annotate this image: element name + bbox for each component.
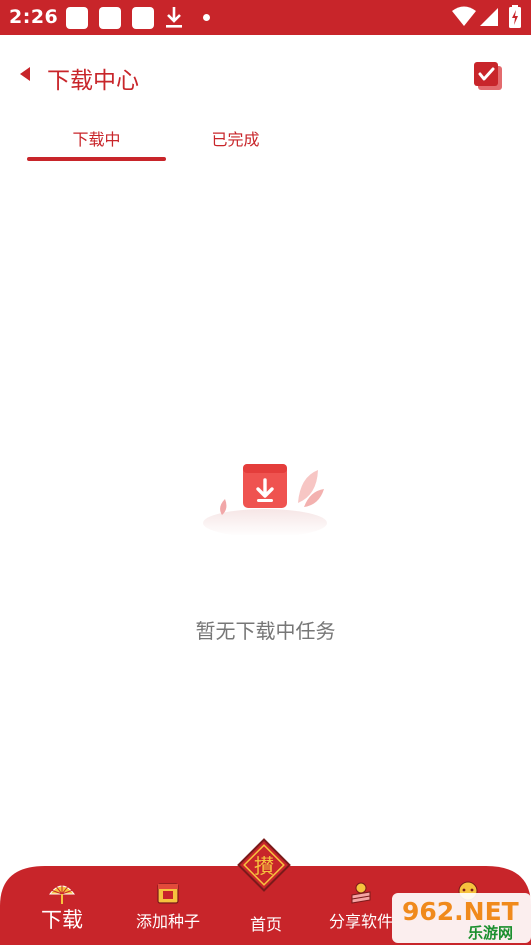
share-lantern-icon (351, 882, 371, 904)
fan-icon (48, 883, 76, 904)
top-app-bar: 下载中心 (0, 35, 531, 113)
download-box-icon (203, 464, 327, 535)
tab-completed[interactable]: 已完成 (166, 126, 305, 150)
nav-label-home[interactable]: 首页 (226, 911, 306, 935)
notification-square-icon (66, 7, 88, 29)
notification-square-icon (99, 7, 121, 29)
gift-box-icon (157, 883, 179, 904)
nav-item-download[interactable]: 下载 (22, 880, 102, 934)
tab-bar: 下载中 已完成 (0, 118, 531, 166)
status-time: 2:26 (9, 6, 59, 28)
status-bar: 2:26 (0, 0, 531, 35)
app-screen: 2:26 下载中心 下载中 已完成 暂无下载中任务 下载 添加种子 分享软件 攅… (0, 0, 531, 945)
notification-square-icon (132, 7, 154, 29)
nav-item-add-torrent[interactable]: 添加种子 (128, 880, 208, 932)
nav-label-share-app: 分享软件 (328, 912, 393, 931)
svg-text:962.NET: 962.NET (402, 897, 519, 926)
page-title: 下载中心 (47, 68, 139, 94)
signal-icon (480, 8, 498, 26)
site-watermark-logo: 962.NET 乐游网 (392, 893, 531, 943)
dot-icon (203, 14, 210, 21)
select-all-checkbox-icon[interactable] (472, 60, 504, 92)
nav-label-add-torrent: 添加种子 (135, 912, 200, 931)
active-tab-indicator (27, 157, 166, 161)
diamond-emblem-icon[interactable]: 攅 (235, 836, 293, 894)
wifi-icon (452, 6, 476, 26)
nav-label-download: 下载 (41, 908, 83, 932)
svg-text:乐游网: 乐游网 (468, 924, 513, 942)
center-emblem-glyph: 攅 (254, 854, 274, 878)
back-arrow-icon[interactable] (16, 63, 38, 85)
battery-icon (509, 5, 521, 28)
nav-item-share-app[interactable]: 分享软件 (321, 880, 401, 932)
download-icon (166, 7, 182, 28)
empty-state-message: 暂无下载中任务 (195, 619, 336, 643)
tab-downloading[interactable]: 下载中 (27, 126, 166, 150)
